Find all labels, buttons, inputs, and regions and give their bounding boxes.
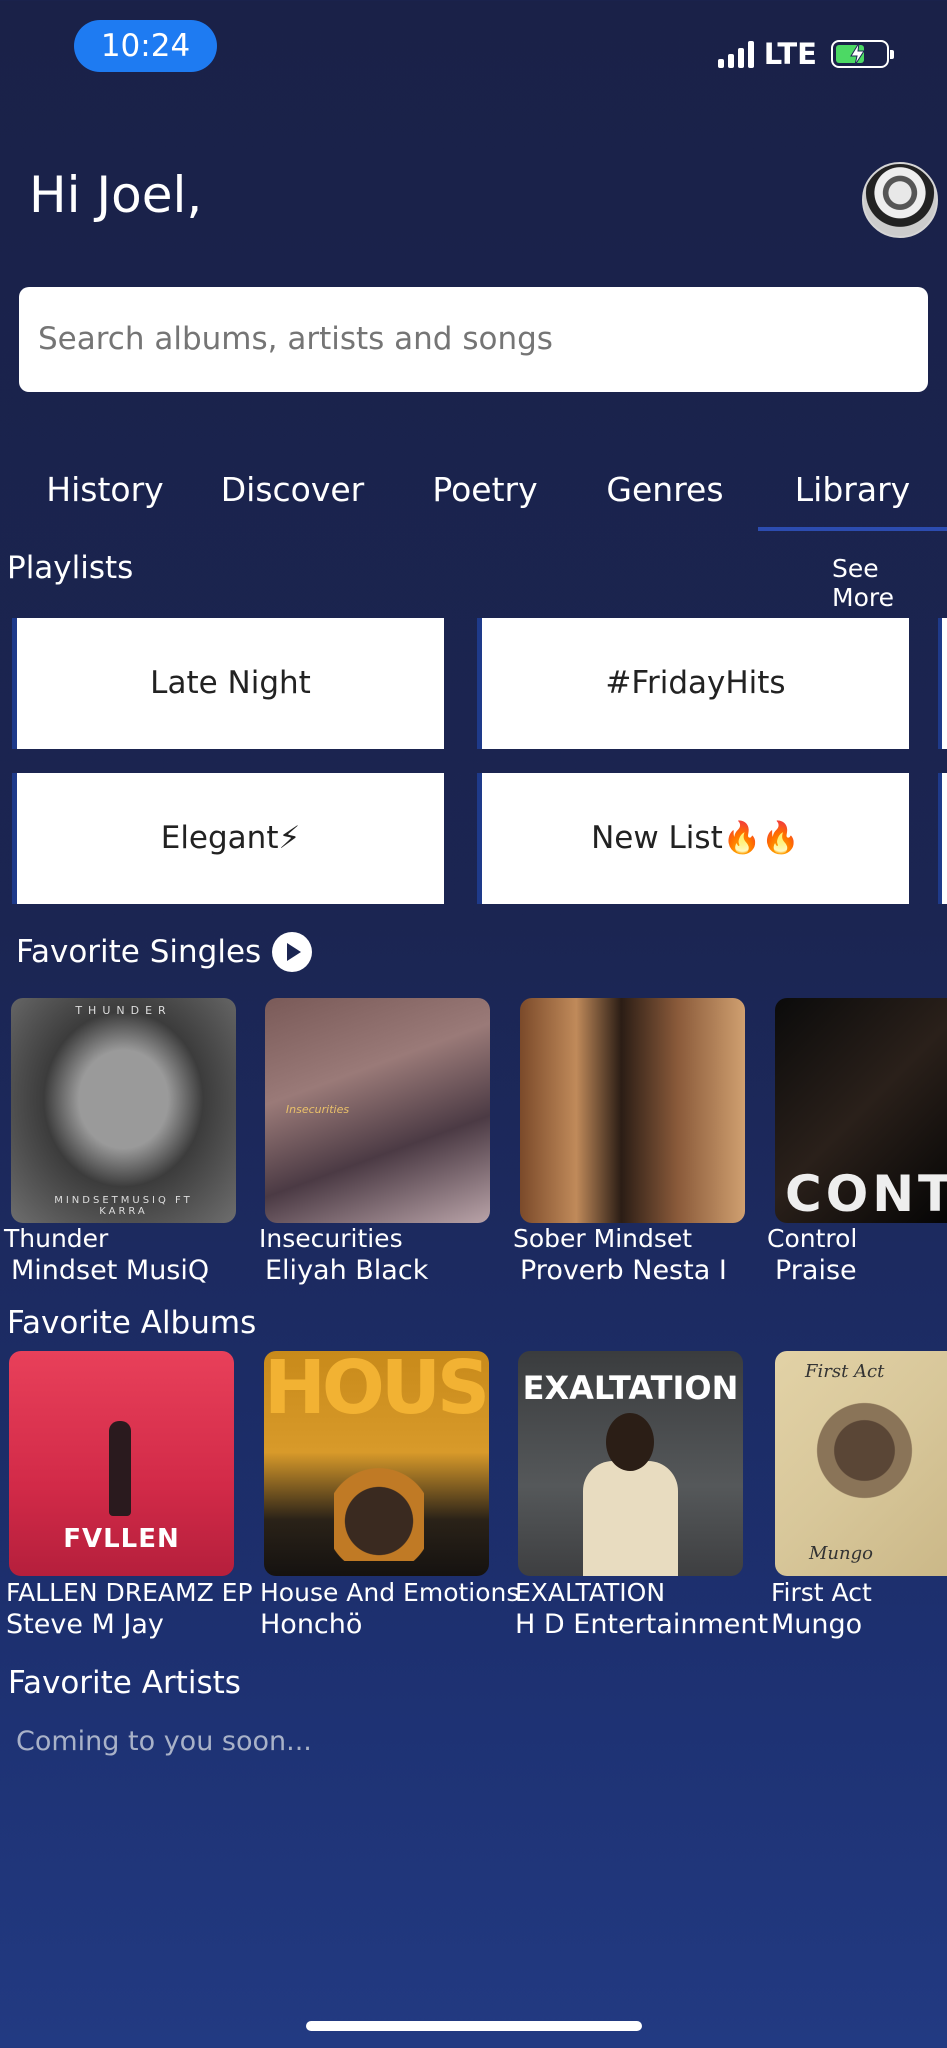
network-label: LTE [763, 37, 817, 71]
greeting-title: Hi Joel, [29, 166, 203, 224]
cover-text: MINDSETMUSIQ FT KARRA [54, 1195, 193, 1217]
playlists-heading: Playlists [7, 550, 134, 586]
single-cover-insecurities[interactable]: Insecurities [265, 998, 490, 1223]
artists-heading: Favorite Artists [8, 1665, 241, 1701]
album-cover-first-act[interactable]: First Act Mungo [775, 1351, 947, 1576]
album-title[interactable]: EXALTATION [515, 1578, 665, 1607]
cover-text: First Act [805, 1361, 885, 1382]
tab-genres[interactable]: Genres [590, 460, 740, 534]
album-cover-fallen-dreamz[interactable]: FVLLEN [9, 1351, 234, 1576]
album-title[interactable]: First Act [771, 1578, 872, 1607]
playlist-card[interactable]: Elegant⚡ [12, 773, 444, 904]
active-tab-indicator [758, 527, 947, 531]
cover-text: CONTRO [785, 1165, 947, 1223]
see-more-link[interactable]: See More [832, 554, 947, 612]
single-artist[interactable]: Proverb Nesta I [520, 1255, 727, 1286]
cover-text: Mungo [809, 1543, 873, 1564]
artists-empty-text: Coming to you soon... [16, 1726, 312, 1757]
playlist-card-partial[interactable] [938, 618, 947, 749]
playlist-card[interactable]: New List🔥🔥 [477, 773, 909, 904]
single-artist[interactable]: Praise [775, 1255, 857, 1286]
tab-bar: History Discover Poetry Genres Library [0, 460, 947, 534]
single-cover-control[interactable]: CONTRO [775, 998, 947, 1223]
tab-poetry[interactable]: Poetry [410, 460, 560, 534]
tab-history[interactable]: History [30, 460, 180, 534]
playlist-card[interactable]: #FridayHits [477, 618, 909, 749]
signal-icon [717, 40, 754, 68]
album-artist[interactable]: H D Entertainment [515, 1609, 768, 1640]
single-title[interactable]: Control [767, 1224, 857, 1253]
albums-heading: Favorite Albums [7, 1305, 257, 1341]
cover-text: EXALTATION [522, 1369, 739, 1407]
play-all-button[interactable] [272, 932, 312, 972]
cover-text: FVLLEN [63, 1524, 180, 1554]
single-title[interactable]: Insecurities [259, 1224, 403, 1253]
cover-text: THUNDER [75, 1004, 172, 1017]
album-cover-exaltation[interactable]: EXALTATION [518, 1351, 743, 1576]
album-title[interactable]: FALLEN DREAMZ EP [6, 1578, 253, 1607]
single-artist[interactable]: Mindset MusiQ [11, 1255, 209, 1286]
battery-icon [831, 40, 894, 68]
status-time: 10:24 [74, 20, 217, 72]
home-indicator[interactable] [306, 2021, 642, 2031]
single-cover-sober-mindset[interactable] [520, 998, 745, 1223]
playlist-card-partial[interactable] [938, 773, 947, 904]
singles-heading: Favorite Singles [16, 934, 262, 970]
album-artist[interactable]: Steve M Jay [6, 1609, 164, 1640]
playlist-card[interactable]: Late Night [12, 618, 444, 749]
cover-text: HOUSE [264, 1351, 489, 1431]
user-avatar[interactable] [862, 162, 938, 238]
tab-library[interactable]: Library [765, 460, 940, 534]
tab-discover[interactable]: Discover [205, 460, 380, 534]
single-title[interactable]: Sober Mindset [513, 1224, 692, 1253]
single-cover-thunder[interactable]: THUNDER MINDSETMUSIQ FT KARRA [11, 998, 236, 1223]
album-cover-house-emotions[interactable]: HOUSE [264, 1351, 489, 1576]
status-indicators: LTE [717, 36, 894, 72]
single-title[interactable]: Thunder [4, 1224, 108, 1253]
search-input[interactable] [19, 287, 928, 392]
single-artist[interactable]: Eliyah Black [265, 1255, 428, 1286]
album-title[interactable]: House And Emotions [260, 1578, 519, 1607]
album-artist[interactable]: Mungo [771, 1609, 862, 1640]
cover-text: Insecurities [285, 1103, 350, 1116]
album-artist[interactable]: Honchö [260, 1609, 362, 1640]
